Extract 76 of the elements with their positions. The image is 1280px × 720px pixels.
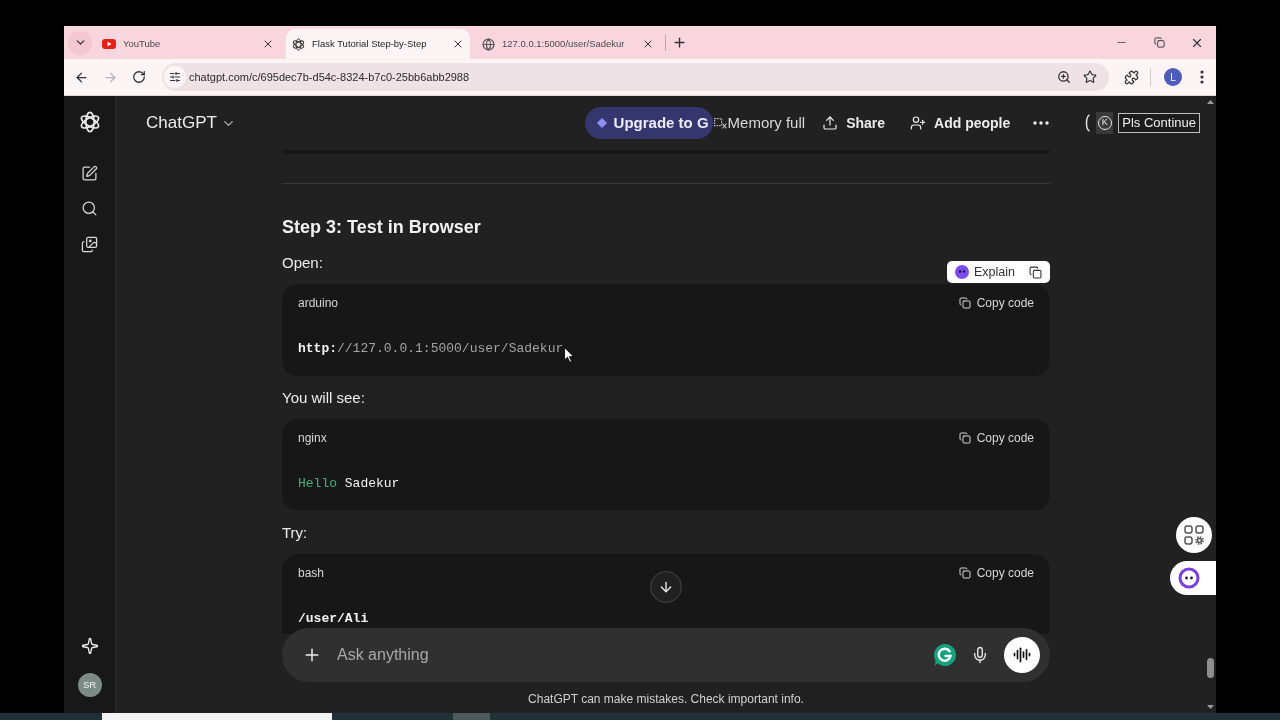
copy-code-button[interactable]: Copy code bbox=[958, 294, 1034, 312]
site-info-button[interactable] bbox=[164, 66, 186, 88]
sliders-icon bbox=[169, 71, 181, 83]
copy-icon bbox=[958, 432, 971, 444]
close-icon[interactable] bbox=[262, 38, 274, 50]
copy-code-button[interactable]: Copy code bbox=[958, 564, 1034, 582]
message-input[interactable]: Ask anything bbox=[282, 628, 1050, 682]
code-language-label: arduino bbox=[298, 295, 339, 312]
zoom-in-icon bbox=[1057, 70, 1071, 84]
address-bar[interactable]: chatgpt.com/c/695dec7b-d54c-8324-b7c0-25bb6abb2988 bbox=[162, 63, 1109, 91]
scroll-up-arrow-icon[interactable] bbox=[1206, 100, 1214, 104]
add-person-icon bbox=[910, 115, 927, 131]
mic-icon[interactable] bbox=[971, 646, 989, 664]
arc-icon bbox=[1084, 114, 1091, 132]
explain-button[interactable]: Explain bbox=[947, 261, 1050, 283]
sparkle-icon[interactable] bbox=[80, 637, 99, 655]
grammar-logo-icon[interactable] bbox=[933, 643, 957, 667]
puzzle-icon bbox=[1123, 69, 1139, 85]
copy-icon bbox=[958, 567, 971, 579]
share-button[interactable]: Share bbox=[822, 112, 886, 134]
voice-button[interactable] bbox=[1004, 637, 1040, 673]
apps-button[interactable] bbox=[1176, 517, 1212, 553]
code-line: http://127.0.0.1:5000/user/Sadekur bbox=[298, 340, 564, 358]
upgrade-button[interactable]: Upgrade to G bbox=[584, 107, 713, 139]
model-selector[interactable]: ChatGPT bbox=[146, 110, 236, 136]
close-icon[interactable] bbox=[642, 38, 654, 50]
continue-button[interactable]: Pls Continue bbox=[1118, 113, 1200, 133]
knot-logo-icon bbox=[292, 37, 305, 51]
globe-icon bbox=[482, 37, 495, 51]
cursor-icon bbox=[564, 347, 574, 363]
assistant-tab[interactable] bbox=[1170, 561, 1216, 595]
audio-lines-icon bbox=[1013, 646, 1031, 664]
code-line: Hello Sadekur bbox=[298, 475, 400, 493]
more-vertical-icon bbox=[1200, 70, 1204, 84]
star-icon bbox=[1083, 70, 1097, 84]
play-logo-icon bbox=[102, 39, 116, 49]
browser-tab[interactable]: YouTube bbox=[96, 29, 280, 59]
browser-tab[interactable]: Flask Tutorial Step-by-Step bbox=[286, 29, 470, 59]
restore-icon bbox=[1153, 37, 1165, 48]
disclaimer-text: ChatGPT can make mistakes. Check important info. bbox=[527, 691, 805, 707]
arrow-down-icon bbox=[658, 579, 674, 595]
face-icon bbox=[955, 265, 969, 279]
edit-icon[interactable] bbox=[81, 165, 98, 182]
grid-gear-icon bbox=[1184, 525, 1204, 545]
copy-icon bbox=[1029, 265, 1042, 279]
scroll-down-arrow-icon[interactable] bbox=[1206, 705, 1214, 709]
prompt-field[interactable]: Ask anything bbox=[337, 643, 933, 667]
memory-status-text: Memory full bbox=[727, 112, 806, 133]
logo-icon[interactable] bbox=[78, 111, 101, 133]
search-icon[interactable] bbox=[81, 200, 98, 217]
code-language-label: bash bbox=[298, 565, 325, 582]
section-heading: Step 3: Test in Browser bbox=[282, 216, 481, 239]
code-language-label: nginx bbox=[298, 430, 327, 447]
images-icon[interactable] bbox=[81, 236, 98, 253]
share-icon bbox=[822, 115, 839, 131]
forward-arrow-icon bbox=[102, 69, 118, 85]
more-icon[interactable] bbox=[1033, 121, 1050, 125]
taskbar-item bbox=[453, 713, 490, 720]
close-icon[interactable] bbox=[452, 38, 464, 50]
tab-search-button[interactable] bbox=[68, 30, 92, 55]
plus-icon bbox=[671, 35, 687, 50]
ring-face-icon bbox=[1178, 567, 1200, 589]
browser-tab[interactable]: 127.0.0.1:5000/user/Sadekur bbox=[476, 29, 660, 59]
account-avatar[interactable]: K bbox=[1096, 112, 1114, 134]
code-line: /user/Ali bbox=[298, 610, 369, 628]
square-x-icon bbox=[713, 117, 727, 129]
add-people-button[interactable]: Add people bbox=[910, 112, 1011, 134]
diamond-icon bbox=[596, 118, 607, 128]
reload-icon bbox=[132, 70, 146, 84]
copy-code-button[interactable]: Copy code bbox=[958, 429, 1034, 447]
paragraph-text: You will see: bbox=[282, 388, 365, 408]
paragraph-text: Try: bbox=[282, 523, 308, 543]
scrollbar-thumb[interactable] bbox=[1206, 658, 1214, 678]
paragraph-text: Open: bbox=[282, 253, 323, 273]
profile-avatar[interactable]: L bbox=[1164, 68, 1182, 86]
copy-icon bbox=[958, 297, 971, 309]
